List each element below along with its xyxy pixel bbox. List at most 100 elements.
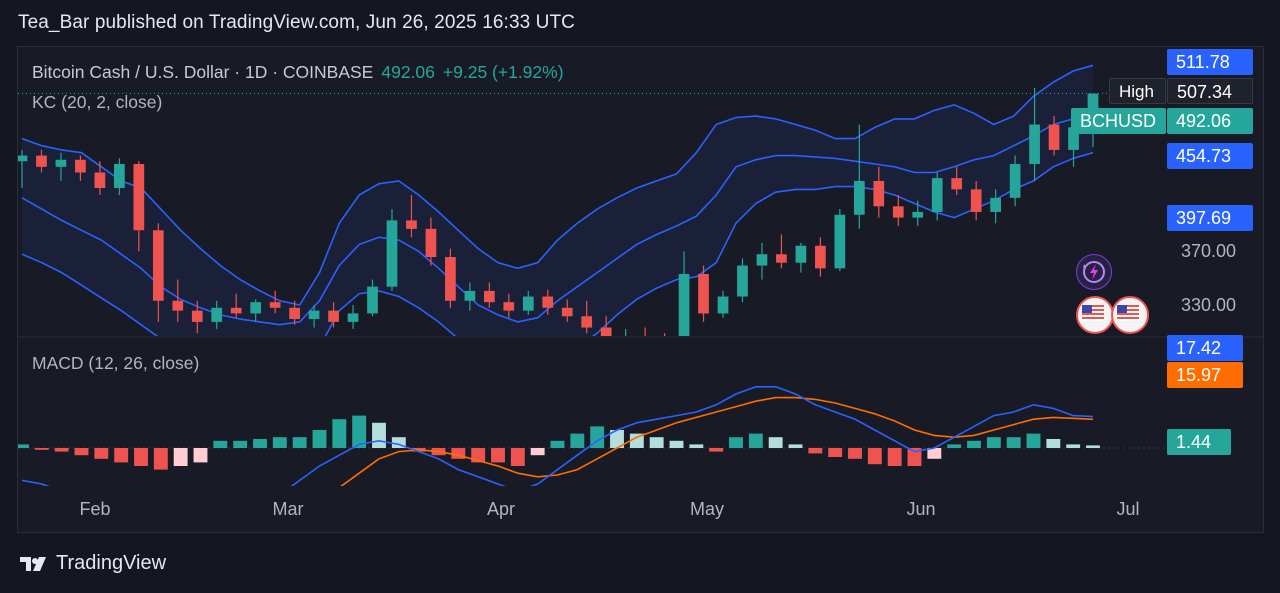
high-label-badge: High — [1109, 78, 1166, 104]
candle-body — [133, 164, 145, 231]
macd-histogram-bar — [510, 448, 525, 466]
candle-body — [308, 310, 320, 320]
macd-indicator-legend[interactable]: MACD (12, 26, close) — [32, 353, 199, 374]
macd-histogram-bar — [153, 448, 168, 470]
candle-body — [1029, 124, 1040, 165]
macd-histogram-bar — [233, 440, 248, 448]
candle-body — [230, 307, 242, 314]
macd-histogram-bar — [1086, 445, 1100, 448]
candle-body — [756, 254, 768, 266]
candle-body — [873, 180, 885, 207]
x-tick-apr: Apr — [486, 499, 516, 519]
macd-histogram-bar — [74, 448, 89, 456]
candle-body — [561, 307, 573, 317]
candle-body — [834, 214, 846, 269]
tradingview-footer: TradingView — [18, 552, 166, 575]
candle-body — [75, 159, 86, 173]
lightning-icon[interactable] — [1076, 254, 1112, 290]
macd-histogram-bar — [34, 448, 49, 450]
candle-body — [951, 178, 963, 190]
tradingview-logo-icon — [18, 553, 50, 575]
price-tick-330: 330.00 — [1181, 295, 1237, 315]
macd-histogram-bar — [709, 448, 724, 452]
macd-histogram-bar — [253, 439, 267, 448]
legend-last-price: 492.06 — [381, 62, 435, 82]
kc-lower-badge: 397.69 — [1167, 205, 1253, 231]
candle-body — [698, 273, 709, 314]
candle-body — [737, 265, 748, 297]
macd-histogram-bar — [94, 448, 109, 459]
macd-histogram-bar — [570, 433, 585, 448]
macd-histogram-bar — [867, 448, 882, 465]
candle-body — [483, 290, 495, 303]
macd-histogram-bar — [1006, 437, 1021, 448]
candle-body — [367, 286, 378, 314]
candle-body — [191, 310, 203, 322]
macd-histogram-bar — [550, 440, 565, 448]
candle-body — [269, 302, 281, 308]
macd-histogram-bar — [848, 448, 862, 459]
candle-body — [18, 155, 28, 162]
candle-body — [970, 189, 982, 212]
macd-histogram-bar — [272, 437, 287, 448]
candle-body — [36, 155, 47, 167]
macd-histogram-bar — [1026, 433, 1041, 448]
us-flag-icon[interactable] — [1111, 296, 1149, 334]
high-value-badge: 507.34 — [1167, 78, 1253, 104]
x-tick-feb: Feb — [79, 499, 111, 519]
candle-body — [990, 197, 1001, 212]
macd-line-badge: 17.42 — [1167, 335, 1243, 361]
candle-body — [386, 220, 398, 287]
macd-histogram-bar — [173, 448, 188, 466]
candle-body — [55, 159, 67, 167]
x-tick-jun: Jun — [906, 499, 936, 519]
ticker-badge: BCHUSD — [1071, 108, 1166, 134]
macd-histogram-bar — [649, 437, 664, 448]
macd-histogram-bar — [669, 440, 684, 448]
x-tick-jul: Jul — [1116, 499, 1140, 519]
macd-histogram-bar — [788, 444, 803, 448]
candle-body — [464, 290, 476, 301]
legend-change: +9.25 (+1.92%) — [442, 62, 564, 82]
macd-histogram-bar — [54, 448, 69, 452]
candle-body — [522, 296, 534, 311]
candle-body — [152, 230, 164, 301]
candle-body — [542, 296, 554, 308]
candle-body — [1009, 164, 1021, 198]
candle-body — [912, 211, 924, 218]
macd-histogram-bar — [986, 437, 1001, 448]
candle-body — [659, 343, 670, 350]
symbol-legend: Bitcoin Cash / U.S. Dollar · 1D · COINBA… — [32, 62, 564, 83]
macd-histogram-bar — [808, 448, 823, 454]
macd-histogram-bar — [530, 448, 545, 456]
kc-indicator-legend[interactable]: KC (20, 2, close) — [32, 92, 162, 113]
macd-histogram-bar — [689, 444, 704, 448]
candle-body — [114, 164, 125, 188]
macd-histogram-bar — [134, 448, 148, 466]
x-tick-may: May — [689, 499, 725, 519]
kc-upper-badge: 511.78 — [1167, 49, 1253, 75]
candle-body — [503, 302, 515, 311]
macd-histogram-bar — [312, 430, 327, 448]
macd-histogram-bar — [768, 437, 783, 448]
macd-histogram-bar — [729, 437, 743, 448]
candle-body — [581, 316, 593, 328]
macd-histogram-bar — [828, 448, 843, 457]
candle-body — [347, 313, 359, 322]
last-price-badge: 492.06 — [1167, 108, 1253, 134]
macd-histogram-bar — [491, 448, 505, 463]
candle-body — [445, 257, 456, 301]
macd-histogram-bar — [332, 419, 347, 448]
histogram-badge: 1.44 — [1167, 429, 1231, 455]
candle-body — [289, 307, 300, 320]
macd-histogram-bar — [213, 440, 228, 448]
candle-body — [776, 254, 787, 263]
macd-histogram-bar — [947, 444, 962, 448]
candle-body — [328, 310, 339, 322]
candle-body — [678, 273, 690, 336]
x-tick-mar: Mar — [272, 499, 304, 519]
candle-body — [425, 228, 437, 258]
us-flag-icon[interactable] — [1076, 296, 1114, 334]
footer-brand: TradingView — [56, 552, 167, 574]
candle-body — [717, 296, 729, 314]
